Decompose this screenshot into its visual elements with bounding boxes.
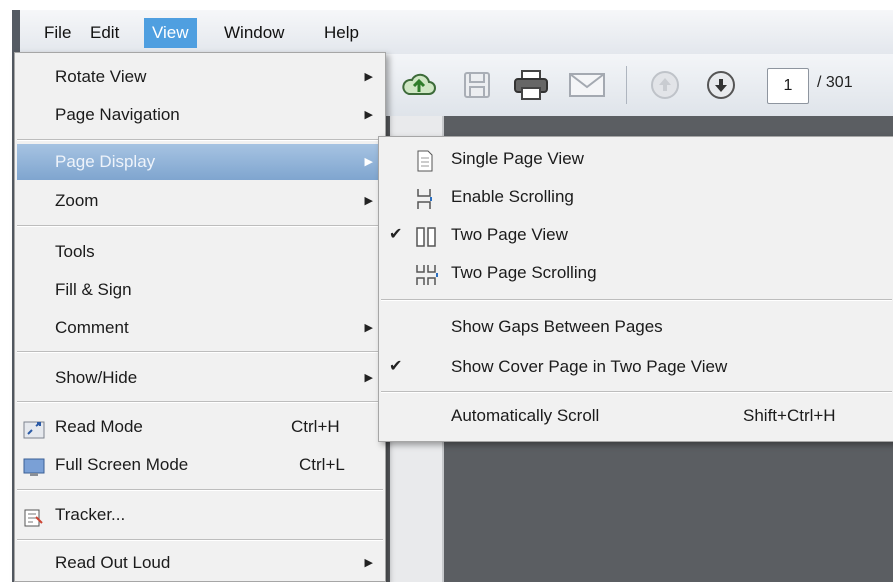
shortcut-label: Ctrl+H: [291, 417, 340, 436]
menu-item-label: Automatically Scroll: [451, 406, 600, 425]
menu-bar: File Edit View Window Help: [20, 10, 893, 55]
cloud-upload-icon[interactable]: [398, 64, 440, 106]
menu-item-show-gaps[interactable]: Show Gaps Between Pages: [381, 309, 892, 345]
submenu-arrow-icon: ▶: [364, 372, 373, 384]
menu-item-tracker[interactable]: Tracker...: [17, 497, 383, 533]
menu-item-label: Show/Hide: [55, 368, 138, 387]
tracker-icon: [23, 505, 45, 527]
menu-item-show-hide[interactable]: Show/Hide ▶: [17, 360, 383, 396]
page-up-icon[interactable]: [644, 64, 686, 106]
menu-item-page-navigation[interactable]: Page Navigation ▶: [17, 97, 383, 133]
checkmark-icon: ✔: [389, 358, 403, 375]
menu-item-two-page-view[interactable]: ✔ Two Page View: [381, 217, 892, 253]
view-menu: Rotate View ▶ Page Navigation ▶ Page Dis…: [14, 52, 386, 582]
submenu-arrow-icon: ▶: [364, 195, 373, 207]
menu-item-label: Read Out Loud: [55, 553, 171, 572]
submenu-arrow-icon: ▶: [364, 71, 373, 83]
submenu-arrow-icon: ▶: [364, 109, 373, 121]
menu-item-label: Rotate View: [55, 67, 147, 86]
menu-window[interactable]: Window: [216, 18, 292, 48]
menu-item-label: Two Page View: [451, 225, 568, 244]
menu-item-comment[interactable]: Comment ▶: [17, 310, 383, 346]
read-mode-icon: [23, 417, 45, 439]
menu-item-full-screen-mode[interactable]: Full Screen Mode Ctrl+L: [17, 447, 383, 483]
menu-separator: [17, 351, 383, 353]
menu-item-show-cover-page[interactable]: ✔ Show Cover Page in Two Page View: [381, 349, 892, 385]
save-icon[interactable]: [456, 64, 498, 106]
menu-item-label: Tools: [55, 242, 95, 261]
menu-file[interactable]: File: [36, 18, 79, 48]
submenu-arrow-icon: ▶: [364, 156, 373, 168]
menu-item-label: Two Page Scrolling: [451, 263, 597, 282]
menu-separator: [17, 225, 383, 227]
shortcut-label: Shift+Ctrl+H: [743, 406, 836, 425]
menu-item-automatically-scroll[interactable]: Automatically Scroll Shift+Ctrl+H: [381, 398, 892, 434]
menu-item-label: Tracker...: [55, 505, 126, 524]
menu-separator: [17, 401, 383, 403]
menu-item-enable-scrolling[interactable]: Enable Scrolling: [381, 179, 892, 215]
menu-separator: [17, 539, 383, 541]
full-screen-icon: [23, 455, 45, 476]
menu-item-fill-sign[interactable]: Fill & Sign: [17, 272, 383, 308]
desktop-background: [0, 0, 893, 10]
single-page-icon: [415, 149, 437, 172]
menu-item-label: Full Screen Mode: [55, 455, 189, 474]
menu-item-rotate-view[interactable]: Rotate View ▶: [17, 59, 383, 95]
shortcut-label: Ctrl+L: [299, 455, 345, 474]
menu-item-read-out-loud[interactable]: Read Out Loud ▶: [17, 545, 383, 581]
menu-item-page-display[interactable]: Page Display ▶: [17, 144, 383, 180]
menu-edit[interactable]: Edit: [82, 18, 127, 48]
menu-item-zoom[interactable]: Zoom ▶: [17, 183, 383, 219]
menu-item-read-mode[interactable]: Read Mode Ctrl+H: [17, 409, 383, 445]
menu-item-label: Page Navigation: [55, 105, 180, 124]
menu-item-tools[interactable]: Tools: [17, 234, 383, 270]
menu-item-single-page-view[interactable]: Single Page View: [381, 141, 892, 177]
two-page-scrolling-icon: [415, 263, 438, 285]
page-display-submenu: Single Page View Enable Scrolling ✔ Two …: [378, 136, 893, 442]
menu-item-label: Single Page View: [451, 149, 584, 168]
menu-view[interactable]: View: [144, 18, 197, 48]
menu-separator: [381, 391, 892, 393]
page-down-icon[interactable]: [700, 64, 742, 106]
menu-item-label: Read Mode: [55, 417, 143, 436]
menu-separator: [17, 139, 383, 141]
page-number-input[interactable]: 1: [767, 68, 809, 104]
menu-item-two-page-scrolling[interactable]: Two Page Scrolling: [381, 255, 892, 291]
scrolling-icon: [415, 187, 437, 209]
menu-item-label: Show Cover Page in Two Page View: [451, 357, 728, 376]
menu-separator: [381, 299, 892, 301]
checkmark-icon: ✔: [389, 226, 403, 243]
page-total: / 301: [817, 74, 853, 91]
menu-help[interactable]: Help: [316, 18, 367, 48]
submenu-arrow-icon: ▶: [364, 557, 373, 569]
two-page-icon: [415, 225, 437, 247]
menu-item-label: Show Gaps Between Pages: [451, 317, 663, 336]
submenu-arrow-icon: ▶: [364, 322, 373, 334]
menu-item-label: Fill & Sign: [55, 280, 132, 299]
toolbar-separator: [626, 66, 627, 104]
email-icon[interactable]: [566, 64, 608, 106]
menu-item-label: Page Display: [55, 152, 156, 171]
menu-separator: [17, 489, 383, 491]
menu-item-label: Comment: [55, 318, 129, 337]
menu-item-label: Enable Scrolling: [451, 187, 574, 206]
menu-item-label: Zoom: [55, 191, 99, 210]
print-icon[interactable]: [510, 64, 552, 106]
